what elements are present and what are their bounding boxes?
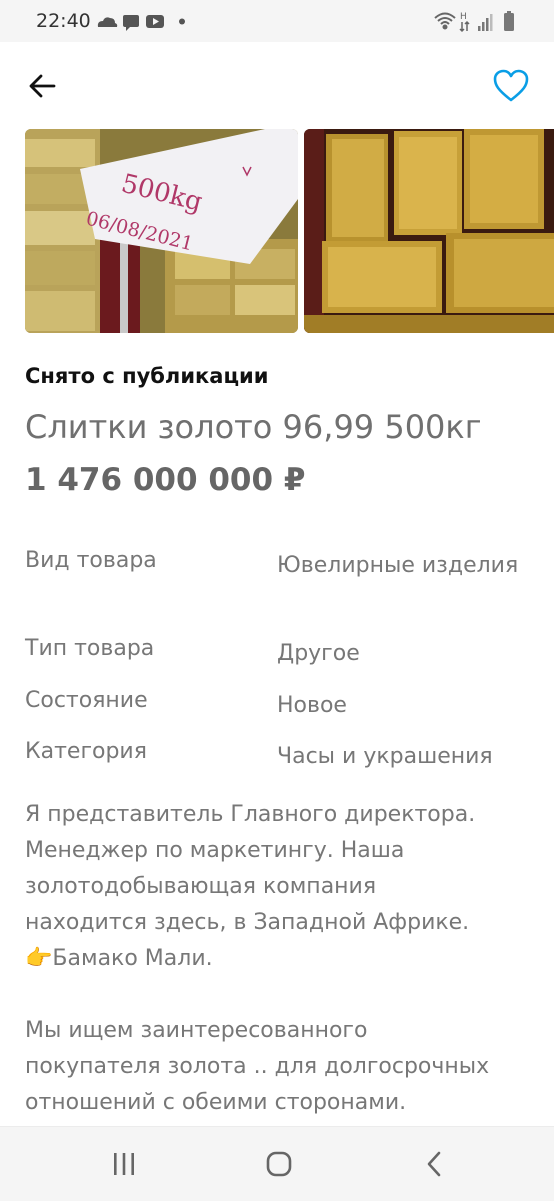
wifi-icon	[434, 12, 456, 30]
recent-apps-button[interactable]	[104, 1147, 144, 1183]
home-button[interactable]	[259, 1147, 299, 1183]
description-paragraph-1: Я представитель Главного директора. Мене…	[25, 802, 476, 935]
status-bar: 22:40 H	[0, 0, 554, 42]
param-value: Другое	[277, 641, 360, 666]
status-time: 22:40	[36, 10, 91, 32]
back-icon	[427, 1151, 441, 1177]
signal-icon	[478, 14, 493, 31]
favorite-button[interactable]	[490, 66, 532, 106]
param-value: Новое	[277, 693, 347, 718]
param-value: Часы и украшения	[277, 744, 493, 769]
status-right-icons: H	[434, 11, 514, 33]
home-icon	[266, 1151, 292, 1177]
pointing-hand-emoji: 👉	[25, 946, 53, 971]
youtube-icon	[146, 15, 164, 28]
description-paragraph-2: Мы ищем заинтересованного покупателя зол…	[25, 1018, 490, 1115]
system-nav-bar	[0, 1126, 554, 1201]
arrow-left-icon	[29, 74, 56, 98]
gallery-photo-1[interactable]: 500kg 06/08/2021	[25, 129, 298, 333]
heart-outline-icon	[493, 69, 529, 102]
status-left-icons	[97, 15, 185, 31]
param-label: Состояние	[25, 688, 148, 713]
param-label: Тип товара	[25, 636, 155, 661]
cloud-icon	[97, 17, 118, 27]
message-icon	[123, 15, 139, 31]
param-value: Ювелирные изделия	[277, 553, 519, 578]
param-label: Категория	[25, 739, 147, 764]
nav-back-button[interactable]	[414, 1147, 454, 1183]
battery-icon	[504, 11, 514, 31]
network-type-badge: H	[460, 12, 467, 22]
listing-price: 1 476 000 000 ₽	[25, 462, 306, 498]
gold-bars-photo	[304, 129, 554, 333]
listing-description: Я представитель Главного директора. Мене…	[25, 797, 535, 1121]
recent-apps-icon	[114, 1153, 134, 1175]
gold-bars-photo-with-note: 500kg 06/08/2021	[25, 129, 298, 333]
data-arrows-icon	[459, 20, 470, 33]
back-button[interactable]	[24, 66, 64, 106]
param-label: Вид товара	[25, 548, 157, 573]
dot-icon	[179, 18, 185, 25]
gallery-photo-2[interactable]	[304, 129, 554, 333]
photo-gallery[interactable]: 500kg 06/08/2021	[25, 129, 554, 333]
description-location: Бамако Мали.	[52, 946, 213, 971]
listing-title: Слитки золото 96,99 500кг	[25, 408, 482, 446]
listing-status: Снято с публикации	[25, 364, 269, 388]
